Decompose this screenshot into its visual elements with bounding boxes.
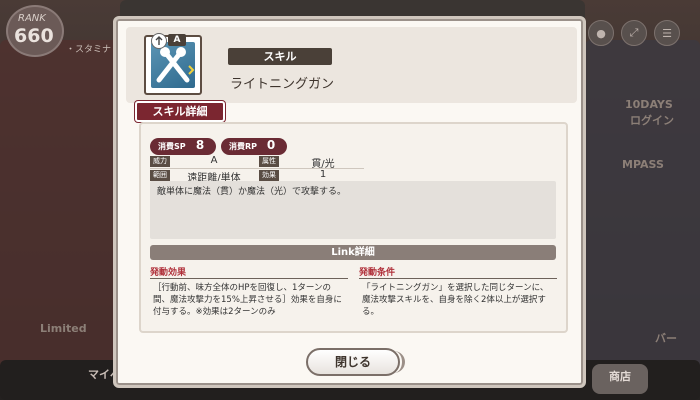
element-label: 属性 bbox=[259, 156, 279, 167]
effect-title: 発動効果 bbox=[150, 268, 187, 278]
shop-button[interactable]: 商店 bbox=[592, 364, 648, 394]
times-value: 1 bbox=[319, 169, 327, 180]
link-detail-header: Link詳細 bbox=[150, 245, 556, 260]
effect-text: ［行動前、味方全体のHPを回復し、1ターンの間、魔法攻撃力を15%上昇させる］効… bbox=[153, 283, 342, 317]
rp-label: 消費RP bbox=[229, 142, 258, 151]
skill-header: A スキル ライトニングガン bbox=[126, 27, 577, 103]
fullscreen-icon[interactable]: ⤢ bbox=[621, 20, 647, 46]
stamina-label: ・スタミナ / bbox=[66, 45, 117, 55]
skill-detail-dialog: A スキル ライトニングガン スキル詳細 消費SP 8 消費RP 0 威力 A … bbox=[113, 16, 586, 388]
rp-value: 0 bbox=[259, 138, 283, 155]
condition-text: 「ライトニングガン」を選択した同じターンに、魔法攻撃スキルを、自身を除く2体以上… bbox=[362, 283, 549, 317]
skill-name: ライトニングガン bbox=[230, 77, 335, 92]
present-icon[interactable]: ● bbox=[588, 20, 614, 46]
skill-rank-letter: A bbox=[168, 34, 186, 46]
sp-value: 8 bbox=[188, 138, 212, 155]
rank-value: 660 bbox=[14, 25, 54, 47]
condition-divider bbox=[359, 278, 557, 279]
right-banner-column bbox=[585, 40, 700, 370]
range-label: 範囲 bbox=[150, 170, 170, 181]
close-button[interactable]: 閉じる bbox=[306, 348, 405, 376]
present-text[interactable]: バー bbox=[655, 330, 677, 346]
rp-cost: 消費RP 0 bbox=[221, 138, 287, 155]
mpass-text[interactable]: MPASS bbox=[622, 158, 664, 171]
weapon-icon bbox=[151, 33, 167, 49]
effect-divider bbox=[150, 278, 348, 279]
sp-label: 消費SP bbox=[158, 142, 186, 151]
rank-label: RANK bbox=[18, 13, 46, 24]
condition-title: 発動条件 bbox=[359, 268, 396, 278]
limited-banner-text[interactable]: Limited bbox=[40, 322, 87, 335]
power-label: 威力 bbox=[150, 156, 170, 167]
menu-icon[interactable]: ☰ bbox=[654, 20, 680, 46]
rank-badge[interactable]: RANK 660 bbox=[6, 5, 64, 57]
tab-skill-detail[interactable]: スキル詳細 bbox=[135, 101, 225, 128]
sp-cost: 消費SP 8 bbox=[150, 138, 216, 155]
login-days-text[interactable]: 10DAYS bbox=[625, 98, 673, 111]
skill-description: 敵単体に魔法（貫）か魔法（光）で攻撃する。 bbox=[150, 181, 556, 239]
left-banner-column bbox=[0, 40, 120, 370]
login-bonus-text[interactable]: ログイン bbox=[630, 112, 674, 128]
skill-detail-panel: 消費SP 8 消費RP 0 威力 A 属性 貫/光 範囲 遠距離/単体 効果回数… bbox=[139, 122, 568, 333]
skill-tag: スキル bbox=[228, 48, 332, 65]
power-value: A bbox=[210, 155, 218, 166]
times-label: 効果回数 bbox=[259, 170, 279, 190]
skill-icon: A bbox=[144, 33, 202, 95]
